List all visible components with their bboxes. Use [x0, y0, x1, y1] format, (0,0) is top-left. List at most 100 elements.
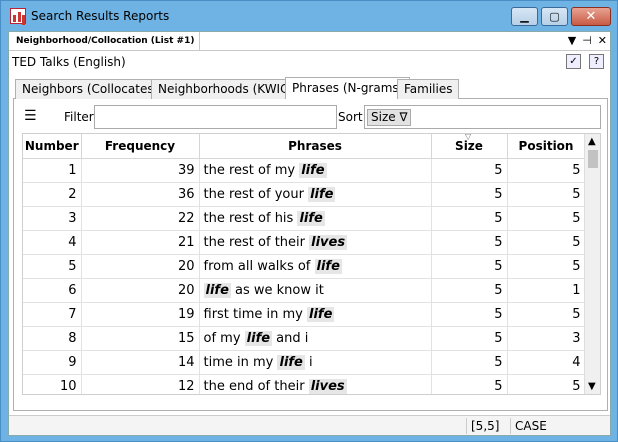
keyword-highlight: life	[297, 210, 325, 226]
cell-number: 9	[23, 350, 82, 375]
cell-phrase: the rest of my life	[199, 158, 432, 183]
cell-position: 1	[507, 278, 586, 303]
cell-position: 5	[507, 254, 586, 279]
cell-phrase: the end of their lives	[199, 374, 432, 394]
header-size[interactable]: ▽ Size	[431, 134, 508, 159]
cell-frequency: 21	[81, 230, 200, 255]
filter-input[interactable]	[94, 105, 337, 129]
pin-icon[interactable]: ⊣	[582, 34, 592, 47]
cell-number: 5	[23, 254, 82, 279]
vertical-scrollbar[interactable]: ▲ ▼	[584, 134, 600, 394]
app-window: Search Results Reports ▁ ▢ ✕ Neighborhoo…	[0, 0, 618, 442]
table-row[interactable]: 6 20 life as we know it 5 1	[23, 278, 586, 303]
tab-families[interactable]: Families	[397, 79, 460, 99]
cell-position: 5	[507, 158, 586, 183]
filter-label: Filter	[64, 110, 94, 124]
sort-chip-size[interactable]: Size ∇	[367, 109, 412, 126]
close-button[interactable]: ✕	[571, 7, 611, 26]
hamburger-menu-icon[interactable]: ☰	[24, 109, 37, 123]
filter-toolbar: ☰ Filter Sort Size ∇	[14, 104, 607, 130]
phrase-pre-text: the rest of his	[203, 210, 298, 226]
header-position[interactable]: Position	[507, 134, 586, 159]
cell-number: 2	[23, 182, 82, 207]
maximize-button[interactable]: ▢	[541, 7, 568, 26]
cell-phrase: time in my life i	[199, 350, 432, 375]
cell-phrase: the rest of their lives	[199, 230, 432, 255]
cell-size: 5	[431, 230, 508, 255]
header-number[interactable]: Number	[23, 134, 82, 159]
cell-frequency: 14	[81, 350, 200, 375]
cell-size: 5	[431, 302, 508, 327]
cell-frequency: 12	[81, 374, 200, 394]
window-client: Neighborhood/Collocation (List #1) ▼ ⊣ ✕…	[8, 31, 611, 436]
cell-position: 5	[507, 182, 586, 207]
cell-frequency: 36	[81, 182, 200, 207]
keyword-highlight: life	[308, 186, 336, 202]
keyword-highlight: lives	[308, 378, 347, 394]
results-table: Number Frequency Phrases ▽ Size Position …	[23, 134, 586, 394]
maximize-icon: ▢	[549, 10, 560, 23]
status-bar: [5,5] CASE	[9, 415, 610, 435]
scroll-thumb[interactable]	[588, 150, 598, 168]
close-tab-icon[interactable]: ✕	[598, 34, 607, 47]
table-header-row: Number Frequency Phrases ▽ Size Position	[23, 134, 586, 159]
help-icon[interactable]: ?	[589, 54, 604, 69]
cell-size: 5	[431, 374, 508, 394]
keyword-highlight: life	[277, 354, 305, 370]
phrase-pre-text: from all walks of	[203, 258, 315, 274]
keyword-highlight: life	[244, 330, 273, 346]
tab-neighbors[interactable]: Neighbors (Collocates)	[15, 79, 166, 99]
cell-size: 5	[431, 158, 508, 183]
help-icons: ✓ ?	[566, 54, 604, 69]
phrase-post-text: i	[304, 354, 313, 370]
cell-frequency: 39	[81, 158, 200, 183]
cell-position: 4	[507, 350, 586, 375]
phrase-post-text: and i	[272, 330, 309, 346]
tab-neighborhoods[interactable]: Neighborhoods (KWIC)	[151, 79, 301, 99]
table-row[interactable]: 7 19 first time in my life 5 5	[23, 302, 586, 327]
table-row[interactable]: 3 22 the rest of his life 5 5	[23, 206, 586, 231]
keyword-highlight: life	[307, 306, 335, 322]
tab-phrases[interactable]: Phrases (N-grams)	[285, 77, 411, 100]
table-row[interactable]: 2 36 the rest of your life 5 5	[23, 182, 586, 207]
cell-frequency: 22	[81, 206, 200, 231]
table-row[interactable]: 1 39 the rest of my life 5 5	[23, 158, 586, 183]
cell-frequency: 19	[81, 302, 200, 327]
cell-phrase: the rest of his life	[199, 206, 432, 231]
keyword-highlight: life	[299, 162, 327, 178]
cell-frequency: 20	[81, 254, 200, 279]
cell-phrase: first time in my life	[199, 302, 432, 327]
sort-label: Sort	[338, 110, 363, 124]
phrase-pre-text: the end of their	[203, 378, 309, 394]
table-row[interactable]: 10 12 the end of their lives 5 5	[23, 374, 586, 394]
window-title: Search Results Reports	[31, 9, 170, 23]
dropdown-arrow-icon[interactable]: ▼	[568, 34, 576, 47]
scroll-down-icon[interactable]: ▼	[588, 381, 596, 392]
table-row[interactable]: 5 20 from all walks of life 5 5	[23, 254, 586, 279]
cell-number: 6	[23, 278, 82, 303]
title-bar[interactable]: Search Results Reports ▁ ▢ ✕	[1, 1, 617, 31]
cell-frequency: 15	[81, 326, 200, 351]
header-frequency[interactable]: Frequency	[81, 134, 200, 159]
document-tab[interactable]: Neighborhood/Collocation (List #1)	[11, 32, 201, 51]
keyword-highlight: life	[314, 258, 342, 274]
table-row[interactable]: 4 21 the rest of their lives 5 5	[23, 230, 586, 255]
header-phrases[interactable]: Phrases	[199, 134, 432, 159]
cell-size: 5	[431, 206, 508, 231]
results-grid: Number Frequency Phrases ▽ Size Position …	[22, 133, 601, 395]
cell-size: 5	[431, 182, 508, 207]
table-row[interactable]: 9 14 time in my life i54	[23, 350, 586, 375]
table-row[interactable]: 8 15 of my life and i53	[23, 326, 586, 351]
document-tab-controls: ▼ ⊣ ✕	[568, 34, 607, 47]
keyword-highlight: lives	[309, 234, 348, 250]
cell-phrase: the rest of your life	[199, 182, 432, 207]
cell-number: 7	[23, 302, 82, 327]
sort-field[interactable]: Size ∇	[364, 105, 601, 129]
cell-position: 5	[507, 374, 586, 394]
settings-check-icon[interactable]: ✓	[566, 54, 581, 69]
cell-position: 5	[507, 302, 586, 327]
minimize-button[interactable]: ▁	[511, 7, 538, 26]
scroll-up-icon[interactable]: ▲	[588, 136, 596, 147]
report-tabs: Neighbors (Collocates) Neighborhoods (KW…	[13, 77, 608, 100]
app-chart-icon	[10, 8, 26, 24]
